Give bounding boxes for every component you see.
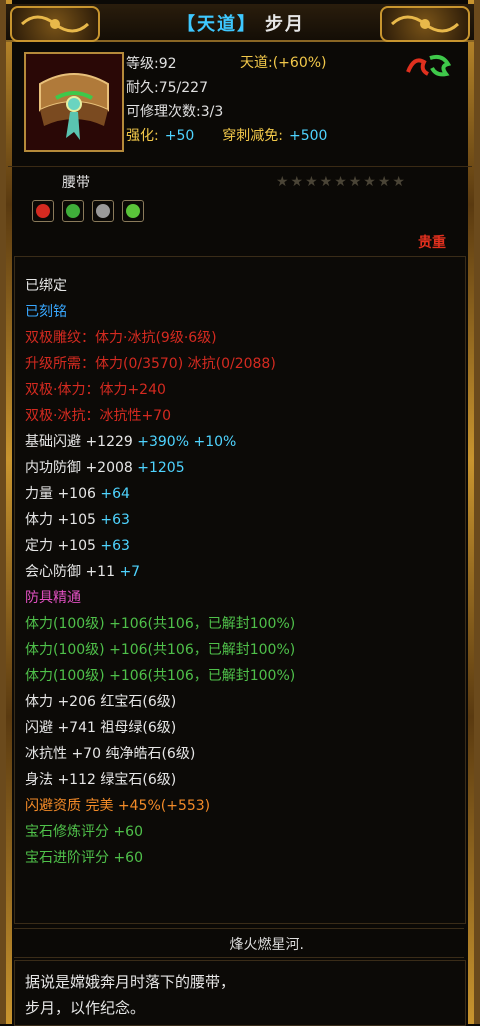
item-description: 据说是嫦娥奔月时落下的腰带， 步月，以作纪念。 bbox=[14, 960, 466, 1026]
attribute-line: 会心防御 +11 +7 bbox=[25, 559, 295, 585]
attribute-line: 闪避资质 完美 +45%(+553) bbox=[25, 793, 295, 819]
durability-label: 耐久: bbox=[126, 80, 159, 96]
attribute-line: 防具精通 bbox=[25, 585, 295, 611]
set-name: 烽火燃星河. bbox=[229, 937, 304, 953]
gem-slot-red-icon[interactable] bbox=[32, 200, 54, 222]
attribute-text: +64 bbox=[100, 486, 130, 502]
attribute-text: 会心防御 +11 bbox=[25, 564, 120, 580]
attribute-line: 宝石进阶评分 +60 bbox=[25, 845, 295, 871]
attribute-text: +1205 bbox=[137, 460, 185, 476]
attribute-line: 闪避 +741 祖母绿(6级) bbox=[25, 715, 295, 741]
tiandao-label: 天道: bbox=[240, 55, 273, 71]
attribute-text: +63 bbox=[100, 512, 130, 528]
attribute-list: 已绑定已刻铭双极雕纹：体力·冰抗(9级·6级) 升级所需：体力(0/3570) 冰… bbox=[25, 273, 295, 871]
attribute-text: +63 bbox=[100, 538, 130, 554]
item-title: 【天道】 步月 bbox=[126, 10, 356, 36]
attribute-line: 冰抗性 +70 纯净皓石(6级) bbox=[25, 741, 295, 767]
repair-label: 可修理次数: bbox=[126, 104, 201, 120]
attribute-line: 双极·体力：体力+240 bbox=[25, 377, 295, 403]
dragon-emblem-icon bbox=[406, 52, 452, 78]
attribute-line: 定力 +105 +63 bbox=[25, 533, 295, 559]
attribute-text: +390% +10% bbox=[137, 434, 237, 450]
precious-tag: 贵重 bbox=[418, 235, 446, 251]
attribute-line: 力量 +106 +64 bbox=[25, 481, 295, 507]
attribute-text: 体力 +206 红宝石(6级) bbox=[25, 694, 177, 710]
title-bar: 【天道】 步月 bbox=[6, 4, 474, 42]
attribute-line: 双极雕纹：体力·冰抗(9级·6级) bbox=[25, 325, 295, 351]
item-title-tag: 【天道】 bbox=[177, 14, 257, 35]
attribute-text: 闪避 +741 祖母绿(6级) bbox=[25, 720, 177, 736]
star-rating: ★★★★★★★★★ bbox=[276, 174, 407, 190]
attribute-line: 升级所需：体力(0/3570) 冰抗(0/2088) bbox=[25, 351, 295, 377]
attribute-line: 双极·冰抗：冰抗性+70 bbox=[25, 403, 295, 429]
ornament-left-icon bbox=[10, 6, 100, 42]
attribute-text: 定力 +105 bbox=[25, 538, 101, 554]
attribute-line: 宝石修炼评分 +60 bbox=[25, 819, 295, 845]
attribute-text: 闪避资质 完美 +45%(+553) bbox=[25, 798, 211, 814]
attribute-line: 体力(100级) +106(共106，已解封100%) bbox=[25, 663, 295, 689]
attribute-line: 体力(100级) +106(共106，已解封100%) bbox=[25, 611, 295, 637]
attribute-text: 体力(100级) +106(共106，已解封100%) bbox=[25, 668, 296, 684]
attribute-line: 已绑定 bbox=[25, 273, 295, 299]
attribute-text: 已绑定 bbox=[25, 278, 67, 294]
attribute-text: 体力 +105 bbox=[25, 512, 101, 528]
tiandao-bonus: 天道:(+60%) bbox=[240, 52, 327, 72]
level-value: 92 bbox=[158, 56, 177, 72]
attribute-text: 宝石修炼评分 +60 bbox=[25, 824, 143, 840]
attribute-line: 体力(100级) +106(共106，已解封100%) bbox=[25, 637, 295, 663]
enhance-label: 强化: bbox=[126, 128, 159, 144]
attribute-line: 体力 +206 红宝石(6级) bbox=[25, 689, 295, 715]
belt-icon[interactable] bbox=[24, 52, 124, 152]
item-title-name: 步月 bbox=[265, 14, 305, 35]
attribute-text: 双极雕纹：体力·冰抗(9级·6级) bbox=[25, 330, 217, 346]
gem-slot-white-icon[interactable] bbox=[92, 200, 114, 222]
attribute-text: 冰抗性 +70 纯净皓石(6级) bbox=[25, 746, 196, 762]
attribute-line: 内功防御 +2008 +1205 bbox=[25, 455, 295, 481]
attribute-text: 力量 +106 bbox=[25, 486, 101, 502]
durability-value: 75/227 bbox=[158, 80, 208, 96]
attribute-line: 身法 +112 绿宝石(6级) bbox=[25, 767, 295, 793]
repair-value: 3/3 bbox=[200, 104, 224, 120]
attribute-text: 双极·冰抗：冰抗性+70 bbox=[25, 408, 171, 424]
attribute-text: 已刻铭 bbox=[25, 304, 67, 320]
attribute-text: 双极·体力：体力+240 bbox=[25, 382, 166, 398]
set-name-bar: 烽火燃星河. bbox=[14, 928, 464, 958]
attribute-text: 升级所需：体力(0/3570) 冰抗(0/2088) bbox=[25, 356, 276, 372]
attribute-text: 体力(100级) +106(共106，已解封100%) bbox=[25, 616, 296, 632]
attribute-text: 身法 +112 绿宝石(6级) bbox=[25, 772, 177, 788]
attribute-text: +7 bbox=[119, 564, 141, 580]
pierce-label: 穿刺减免: bbox=[222, 128, 283, 144]
tiandao-value: (+60%) bbox=[272, 55, 327, 71]
attribute-panel: 已绑定已刻铭双极雕纹：体力·冰抗(9级·6级) 升级所需：体力(0/3570) 冰… bbox=[14, 256, 466, 924]
item-summary: 等级:92 耐久:75/227 可修理次数:3/3 强化: +50 穿刺减免: +50… bbox=[14, 48, 466, 166]
gem-slot-lime-icon[interactable] bbox=[122, 200, 144, 222]
ornament-right-icon bbox=[380, 6, 470, 42]
attribute-line: 基础闪避 +1229 +390% +10% bbox=[25, 429, 295, 455]
enhance-value: +50 bbox=[164, 128, 195, 144]
attribute-line: 体力 +105 +63 bbox=[25, 507, 295, 533]
pierce-value: +500 bbox=[288, 128, 328, 144]
attribute-text: 内功防御 +2008 bbox=[25, 460, 138, 476]
item-type: 腰带 bbox=[62, 175, 90, 191]
level-label: 等级: bbox=[126, 56, 159, 72]
attribute-text: 宝石进阶评分 +60 bbox=[25, 850, 143, 866]
frame-border-left bbox=[6, 0, 12, 1024]
gem-slot-green-icon[interactable] bbox=[62, 200, 84, 222]
attribute-text: 防具精通 bbox=[25, 590, 81, 606]
description-line-2: 步月，以作纪念。 bbox=[25, 999, 146, 1017]
description-line-1: 据说是嫦娥奔月时落下的腰带， bbox=[25, 973, 236, 991]
attribute-text: 体力(100级) +106(共106，已解封100%) bbox=[25, 642, 296, 658]
divider bbox=[8, 166, 472, 167]
attribute-text: 基础闪避 +1229 bbox=[25, 434, 138, 450]
attribute-line: 已刻铭 bbox=[25, 299, 295, 325]
frame-border-right bbox=[468, 0, 474, 1024]
